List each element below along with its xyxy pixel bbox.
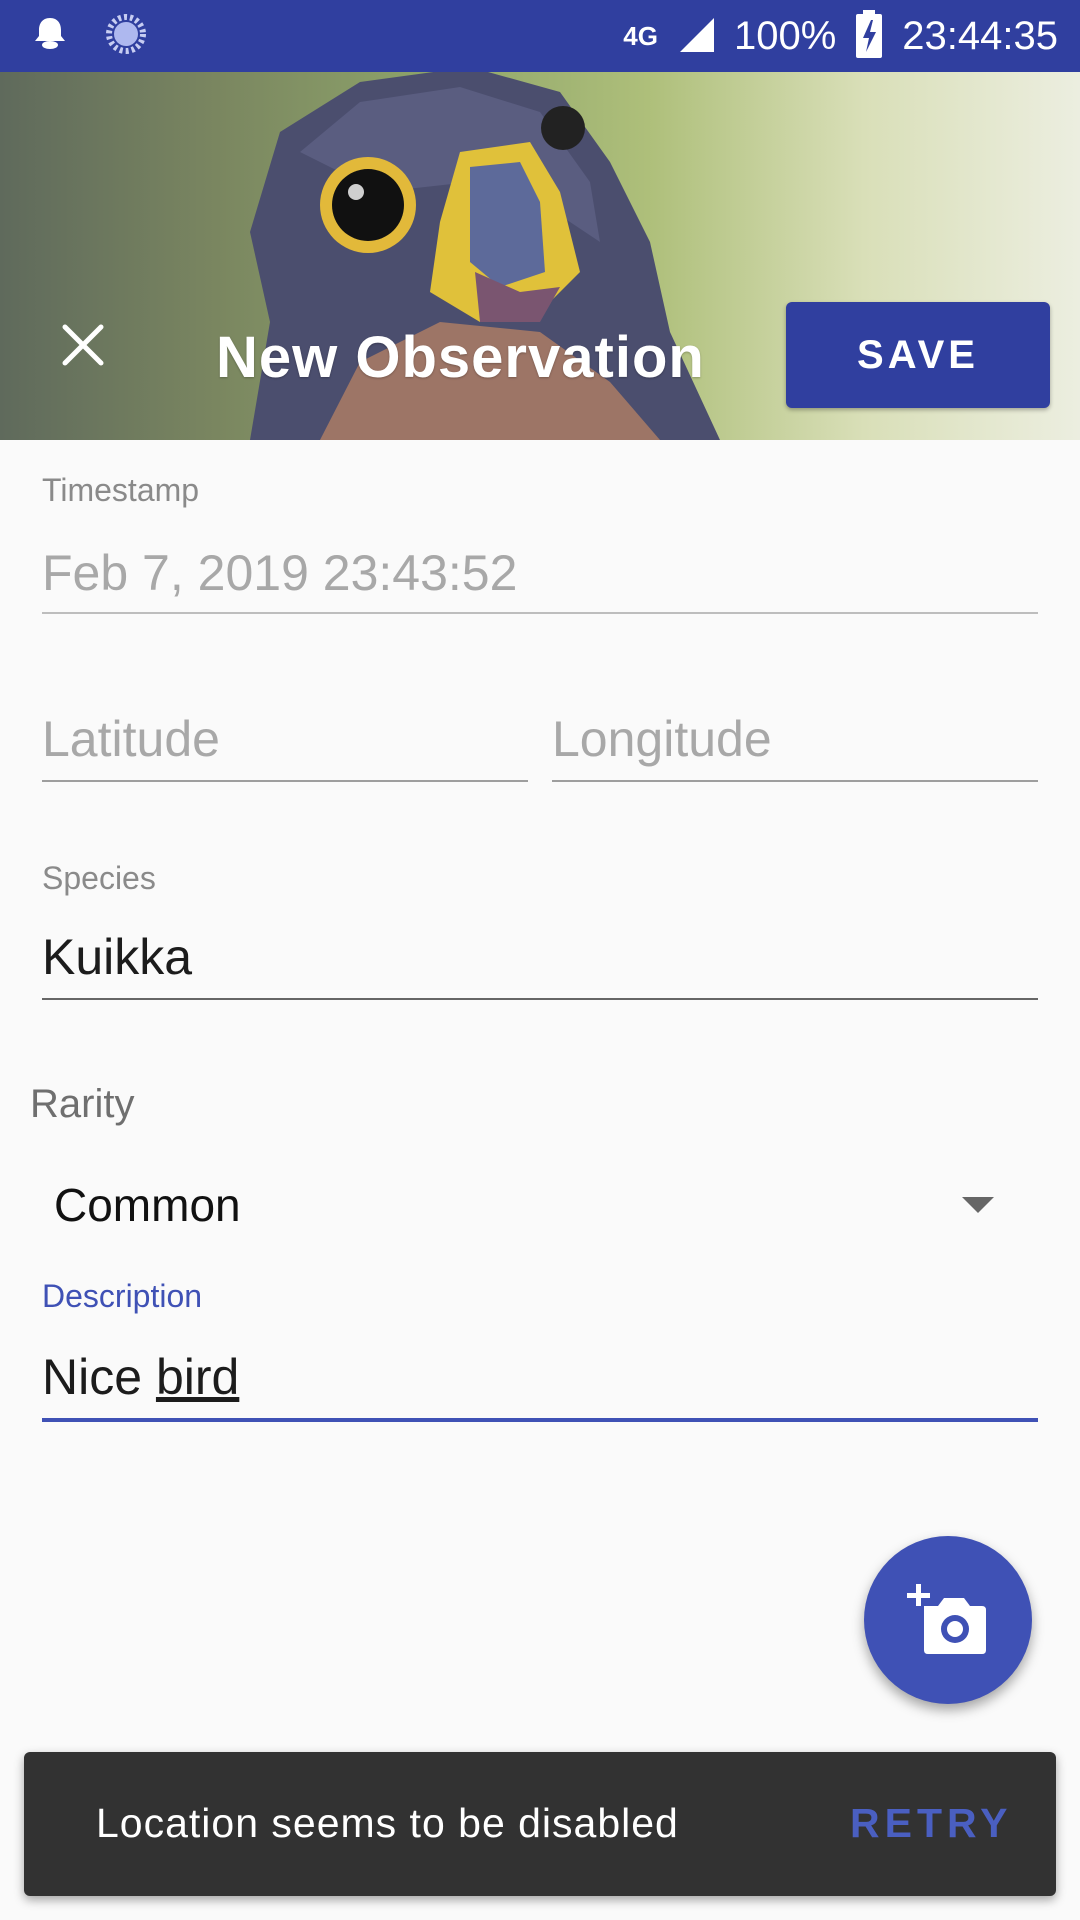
description-word-2: bird xyxy=(155,1349,240,1405)
close-icon xyxy=(62,324,104,366)
longitude-field[interactable]: Longitude xyxy=(552,710,772,768)
save-button[interactable]: SAVE xyxy=(786,302,1050,408)
description-field[interactable]: Nice bird xyxy=(42,1348,239,1406)
page-title: New Observation xyxy=(216,325,705,390)
rarity-label: Rarity xyxy=(30,1082,135,1126)
timestamp-field[interactable]: Feb 7, 2019 23:43:52 xyxy=(42,544,517,602)
battery-charging-icon xyxy=(854,10,884,63)
timestamp-underline xyxy=(42,612,1038,614)
rarity-selected-value: Common xyxy=(54,1179,241,1231)
notification-icon xyxy=(30,14,70,59)
snackbar: Location seems to be disabled RETRY xyxy=(24,1752,1056,1896)
snackbar-message: Location seems to be disabled xyxy=(96,1800,679,1846)
signal-icon xyxy=(676,14,716,59)
description-word-1: Nice xyxy=(42,1349,143,1405)
battery-level: 100% xyxy=(733,14,837,58)
longitude-underline xyxy=(552,780,1038,782)
retry-button[interactable]: RETRY xyxy=(850,1800,1012,1847)
close-button[interactable] xyxy=(48,310,118,380)
species-field[interactable]: Kuikka xyxy=(42,928,192,986)
species-label: Species xyxy=(42,860,156,896)
network-type: 4G xyxy=(623,21,658,51)
description-underline xyxy=(42,1418,1038,1422)
dropdown-arrow-icon xyxy=(962,1197,994,1213)
status-bar: 4G 100% 23:44:35 xyxy=(0,0,1080,72)
timestamp-label: Timestamp xyxy=(42,472,200,508)
latitude-underline xyxy=(42,780,528,782)
description-label: Description xyxy=(42,1278,203,1314)
sync-icon xyxy=(104,12,148,61)
clock: 23:44:35 xyxy=(902,14,1058,58)
add-photo-icon xyxy=(907,1584,986,1654)
species-underline xyxy=(42,998,1038,1000)
add-photo-button[interactable] xyxy=(864,1536,1032,1704)
latitude-field[interactable]: Latitude xyxy=(42,710,220,768)
